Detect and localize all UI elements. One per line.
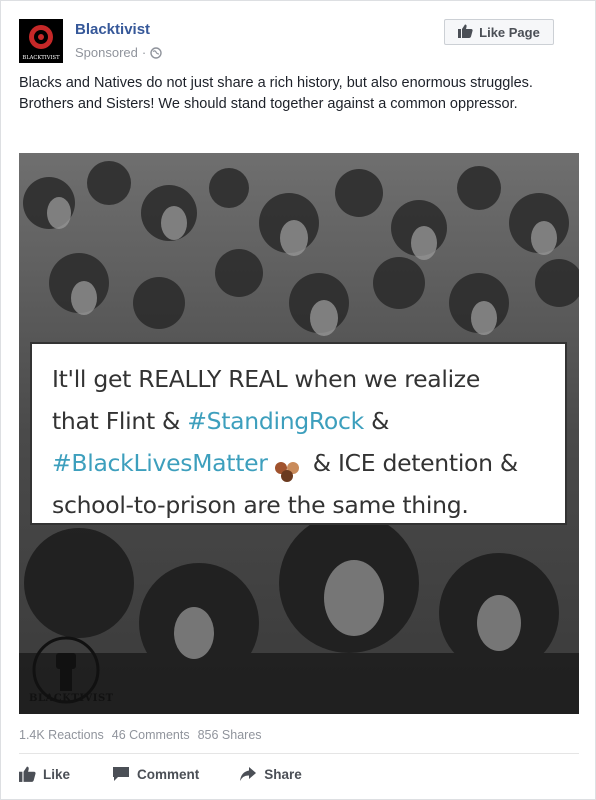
hashtag-blacklivesmatter: #BlackLivesMatter	[52, 449, 268, 477]
page-avatar[interactable]: BLACKTIVIST	[19, 19, 63, 63]
share-label: Share	[264, 766, 302, 782]
actions-divider	[19, 753, 579, 754]
like-button[interactable]: Like	[19, 763, 70, 785]
engagement-stats: 1.4K Reactions 46 Comments 856 Shares	[19, 728, 262, 742]
post-text: Blacks and Natives do not just share a r…	[19, 75, 533, 112]
quote-line-2-text-a: that Flint &	[52, 407, 188, 435]
raised-fists-emoji-icon	[272, 454, 302, 482]
quote-line-1: It'll get REALLY REAL when we realize	[52, 365, 480, 393]
comment-icon	[112, 766, 130, 782]
post-card: BLACKTIVIST Blacktivist Sponsored · Like…	[0, 0, 596, 800]
comments-count[interactable]: 46 Comments	[112, 728, 190, 742]
avatar-logo-icon: BLACKTIVIST	[19, 19, 63, 63]
quote-box: It'll get REALLY REAL when we realize th…	[30, 342, 567, 525]
like-page-label: Like Page	[479, 24, 540, 40]
comment-button[interactable]: Comment	[112, 763, 199, 785]
hashtag-standingrock: #StandingRock	[187, 407, 364, 435]
page-name-link[interactable]: Blacktivist	[75, 21, 150, 38]
quote-line-3-text: & ICE detention &	[305, 449, 518, 477]
quote-line-4: school-to-prison are the same thing.	[52, 491, 469, 519]
post-actions: Like Comment Share	[19, 763, 302, 785]
watermark-wordmark: BLACKTIVIST	[29, 693, 114, 704]
meta-separator: ·	[141, 45, 147, 60]
shares-count[interactable]: 856 Shares	[198, 728, 262, 742]
thumbs-up-icon	[19, 766, 36, 782]
quote-line-2-text-b: &	[363, 407, 390, 435]
thumbs-up-icon	[458, 24, 473, 41]
share-button[interactable]: Share	[239, 763, 302, 785]
quote-line-3: #BlackLivesMatter & ICE detention &	[52, 442, 549, 484]
quote-line-2: that Flint & #StandingRock &	[52, 400, 549, 442]
comment-label: Comment	[137, 766, 200, 782]
like-label: Like	[43, 766, 71, 782]
post-image[interactable]: It'll get REALLY REAL when we realize th…	[19, 153, 579, 714]
share-arrow-icon	[239, 766, 257, 782]
reactions-count[interactable]: 1.4K Reactions	[19, 728, 104, 742]
like-page-button[interactable]: Like Page	[444, 19, 554, 45]
sponsored-label[interactable]: Sponsored	[75, 45, 138, 60]
avatar-wordmark: BLACKTIVIST	[22, 55, 60, 61]
globe-icon	[150, 46, 162, 59]
post-meta: Sponsored ·	[75, 45, 162, 60]
